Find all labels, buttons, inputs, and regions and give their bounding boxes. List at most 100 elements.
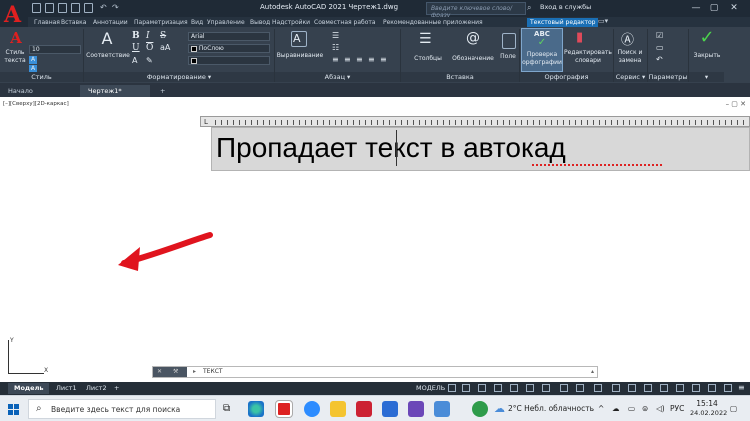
model-space-button[interactable]: МОДЕЛЬ: [410, 383, 451, 394]
mtext-content[interactable]: Пропадает текст в автокад: [216, 132, 566, 164]
font-color-icon[interactable]: A: [132, 56, 137, 65]
object-snap-tracking-icon[interactable]: [526, 384, 534, 392]
onenote-icon[interactable]: [408, 401, 424, 417]
annotative-label[interactable]: Соответствие: [86, 52, 130, 59]
dictionary-icon[interactable]: ▮: [576, 30, 583, 45]
align-justify-icon[interactable]: ≡: [368, 55, 375, 64]
notification-icon[interactable]: ▢: [730, 404, 737, 413]
file-explorer-icon[interactable]: [330, 401, 346, 417]
field-icon[interactable]: [502, 33, 516, 49]
windows-start-icon[interactable]: [8, 404, 19, 415]
ortho-icon[interactable]: [478, 384, 486, 392]
tab-collaborate[interactable]: Совместная работа: [311, 18, 379, 27]
weather-text[interactable]: 2°C Небл. облачность: [508, 404, 594, 413]
clean-screen-icon[interactable]: [724, 384, 732, 392]
options-icon[interactable]: ☑: [656, 31, 663, 40]
help-search-input[interactable]: Введите ключевое слово/фразу: [426, 2, 526, 19]
text-height-field[interactable]: 10: [29, 45, 81, 54]
selection-cycling-icon[interactable]: [594, 384, 602, 392]
plot-icon[interactable]: [84, 3, 93, 13]
tab-drawing1[interactable]: Чертеж1*: [80, 85, 150, 97]
case-icon[interactable]: aA: [160, 43, 170, 52]
columns-icon[interactable]: ☰: [419, 31, 432, 47]
viewport-controls[interactable]: – ▢ ✕: [726, 100, 746, 108]
command-line[interactable]: ✕ ⚒ ▸ ТЕКСТ ▴: [152, 366, 598, 378]
find-label-2[interactable]: замена: [614, 57, 646, 64]
highlight-icon[interactable]: ✎: [146, 56, 153, 65]
polar-icon[interactable]: [494, 384, 502, 392]
tab-featured-apps[interactable]: Рекомендованные приложения: [380, 18, 486, 27]
edge-icon[interactable]: [248, 401, 264, 417]
italic-button[interactable]: I: [146, 31, 150, 41]
overline-button[interactable]: O: [146, 43, 153, 53]
customization-icon[interactable]: ≡: [738, 383, 745, 392]
ruler-tab-icon[interactable]: L: [204, 118, 208, 126]
clock-date[interactable]: 24.02.2022: [690, 409, 727, 417]
annotation-visibility-icon[interactable]: [628, 384, 636, 392]
new-tab-button[interactable]: +: [152, 85, 173, 97]
annotation-scale-icon[interactable]: [612, 384, 620, 392]
close-editor-check-icon[interactable]: ✓: [694, 27, 720, 48]
task-view-icon[interactable]: ⧉: [223, 403, 230, 414]
clock-time[interactable]: 15:14: [690, 399, 724, 408]
edit-dict-label-1[interactable]: Редактировать: [563, 49, 613, 56]
bold-button[interactable]: B: [132, 31, 140, 41]
find-replace-icon[interactable]: Ⓐ: [621, 29, 634, 48]
tab-parametric[interactable]: Параметризация: [131, 18, 191, 27]
strikethrough-button[interactable]: S: [160, 31, 166, 41]
align-center-icon[interactable]: ≡: [344, 55, 351, 64]
color-select[interactable]: ПоСлою: [188, 44, 270, 53]
volume-icon[interactable]: ◁): [656, 404, 665, 413]
underline-button[interactable]: U: [132, 43, 140, 53]
justification-label[interactable]: Выравнивание: [276, 52, 324, 59]
save-as-icon[interactable]: [71, 3, 80, 13]
network-icon[interactable]: ⊜: [642, 404, 648, 413]
undo-text-icon[interactable]: ↶: [656, 55, 663, 64]
undo-icon[interactable]: ↶: [100, 3, 107, 12]
redo-icon[interactable]: ↷: [112, 3, 119, 12]
new-file-icon[interactable]: [32, 3, 41, 13]
wrench-icon[interactable]: ⚒: [173, 368, 178, 375]
tray-chevron-icon[interactable]: ^: [598, 404, 604, 413]
background-mask-select[interactable]: [188, 56, 270, 65]
align-distribute-icon[interactable]: ≡: [380, 55, 387, 64]
viewport-label[interactable]: [–][Сверху][2D-каркас]: [3, 101, 69, 107]
align-left-icon[interactable]: ≡: [332, 55, 339, 64]
symbol-icon[interactable]: @: [466, 30, 480, 46]
open-file-icon[interactable]: [45, 3, 54, 13]
isolate-objects-icon[interactable]: [708, 384, 716, 392]
ruler-icon[interactable]: ▭: [656, 43, 664, 52]
spell-check-button[interactable]: ABC ✓ Проверка орфографии: [521, 28, 563, 72]
tab-manage[interactable]: Управление: [204, 18, 248, 27]
annotation-monitor-icon[interactable]: [660, 384, 668, 392]
onedrive-icon[interactable]: ☁: [612, 404, 620, 413]
transparency-icon[interactable]: [576, 384, 584, 392]
line-spacing-icon[interactable]: ☷: [332, 43, 339, 52]
whatsapp-icon[interactable]: [472, 401, 488, 417]
battery-icon[interactable]: ▭: [628, 404, 635, 413]
isodraft-icon[interactable]: [510, 384, 518, 392]
tab-insert[interactable]: Вставка: [58, 18, 89, 27]
align-right-icon[interactable]: ≡: [356, 55, 363, 64]
units-icon[interactable]: [676, 384, 684, 392]
mail-icon[interactable]: [434, 401, 450, 417]
font-select[interactable]: Arial: [188, 32, 270, 41]
save-icon[interactable]: [58, 3, 67, 13]
edit-dict-label-2[interactable]: словари: [563, 57, 613, 64]
sign-in-button[interactable]: Вход в службы: [540, 3, 591, 11]
cmd-history-icon[interactable]: ▴: [591, 368, 594, 375]
find-label-1[interactable]: Поиск и: [614, 49, 646, 56]
close-cmd-icon[interactable]: ✕: [157, 368, 162, 375]
minimize-button[interactable]: —: [688, 2, 704, 14]
hardware-acceleration-icon[interactable]: [692, 384, 700, 392]
mtext-editor[interactable]: Пропадает текст в автокад: [211, 127, 750, 171]
search-icon[interactable]: ⌕: [527, 3, 531, 13]
maximize-button[interactable]: ▢: [706, 2, 722, 14]
grid-icon[interactable]: [448, 384, 456, 392]
lineweight-icon[interactable]: [560, 384, 568, 392]
columns-label[interactable]: Столбцы: [410, 55, 446, 62]
word-icon[interactable]: [382, 401, 398, 417]
app-icon[interactable]: [356, 401, 372, 417]
language-indicator[interactable]: РУС: [670, 404, 684, 413]
layout-tab-sheet1[interactable]: Лист1: [50, 383, 83, 394]
